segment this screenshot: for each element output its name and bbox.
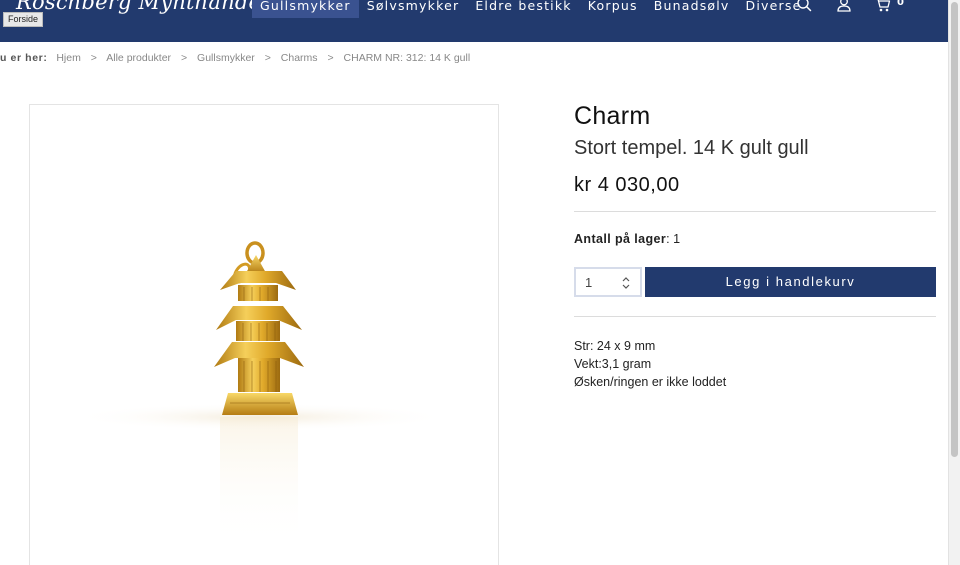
nav-item-bunadsolv[interactable]: Bunadsølv (646, 0, 738, 18)
breadcrumb-hjem[interactable]: Hjem (56, 52, 81, 64)
site-header: Roschberg Mynthandel AS Forside Gullsmyk… (0, 0, 948, 42)
nav-item-solvsmykker[interactable]: Sølvsmykker (359, 0, 468, 18)
breadcrumb-current-product: CHARM NR: 312: 14 K gull (343, 52, 471, 64)
breadcrumb-gullsmykker[interactable]: Gullsmykker (197, 52, 255, 64)
search-icon[interactable] (796, 0, 814, 14)
stepper-arrows-icon[interactable] (622, 276, 630, 290)
breadcrumb-charms[interactable]: Charms (281, 52, 318, 64)
user-icon[interactable] (835, 0, 853, 14)
product-description: Str: 24 x 9 mm Vekt:3,1 gram Øsken/ringe… (574, 337, 726, 391)
page-scrollbar[interactable] (948, 0, 960, 565)
nav-item-eldre-bestikk[interactable]: Eldre bestikk (467, 0, 579, 18)
nav-item-korpus[interactable]: Korpus (580, 0, 646, 18)
breadcrumb-alle-produkter[interactable]: Alle produkter (106, 52, 171, 64)
product-image-pagoda-charm (70, 241, 450, 547)
breadcrumb-separator: > (327, 52, 334, 64)
cart-count-badge: 0 (897, 0, 904, 8)
divider (574, 316, 936, 317)
product-image-frame[interactable] (29, 104, 499, 565)
divider (574, 211, 936, 212)
add-to-cart-button[interactable]: Legg i handlekurv (645, 267, 936, 297)
breadcrumb-separator: > (90, 52, 97, 64)
nav-item-gullsmykker[interactable]: Gullsmykker (252, 0, 359, 18)
description-weight: Vekt:3,1 gram (574, 357, 652, 371)
main-nav: Gullsmykker Sølvsmykker Eldre bestikk Ko… (252, 0, 809, 18)
product-title: Charm (574, 102, 651, 130)
stock-value: : 1 (666, 232, 681, 246)
breadcrumb-separator: > (264, 52, 271, 64)
stock-label: Antall på lager (574, 232, 667, 246)
cart-icon[interactable] (874, 0, 892, 14)
product-price: kr 4 030,00 (574, 174, 680, 196)
breadcrumb: u er her: Hjem > Alle produkter > Gullsm… (0, 52, 470, 64)
quantity-stepper[interactable]: 1 (574, 267, 642, 297)
product-subtitle: Stort tempel. 14 K gult gull (574, 137, 809, 159)
scrollbar-thumb[interactable] (951, 2, 958, 457)
forside-tooltip: Forside (3, 12, 44, 27)
description-note: Øsken/ringen er ikke loddet (574, 375, 727, 389)
breadcrumb-label: u er her: (0, 52, 48, 64)
description-size: Str: 24 x 9 mm (574, 339, 656, 353)
quantity-value[interactable]: 1 (585, 275, 592, 290)
breadcrumb-separator: > (180, 52, 188, 64)
stock-info: Antall på lager: 1 (574, 232, 680, 246)
